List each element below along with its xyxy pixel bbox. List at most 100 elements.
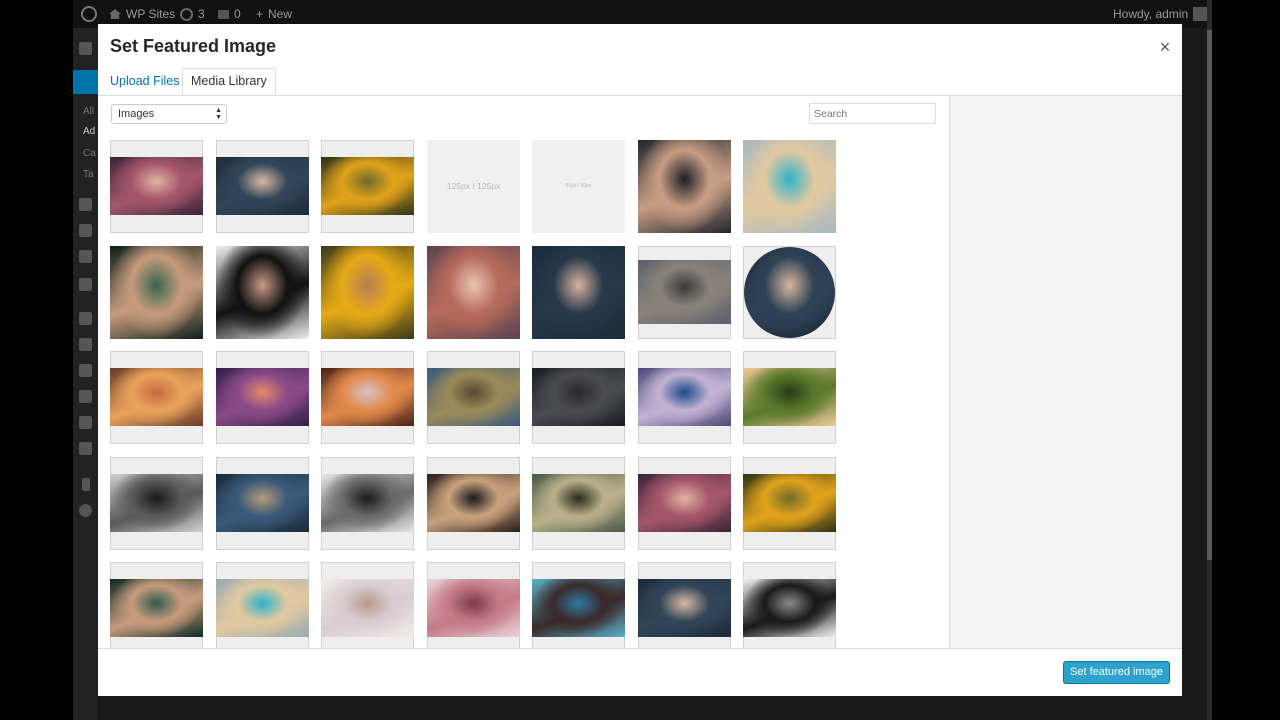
plugins-icon[interactable] [79, 312, 92, 325]
editor-icon[interactable] [79, 338, 92, 351]
attachment-thumbnail[interactable] [110, 351, 203, 444]
wordpress-logo-icon[interactable] [81, 6, 97, 22]
dark-lake-dusk-image [532, 368, 625, 426]
collapse-menu-icon[interactable] [79, 504, 92, 517]
tab-upload-files[interactable]: Upload Files [102, 68, 187, 94]
comment-icon [218, 9, 229, 19]
admin-sidebar: All Ad Ca Ta [73, 28, 98, 720]
attachment-thumbnail[interactable] [216, 562, 309, 648]
icy-river-rocks-image [638, 368, 731, 426]
attachment-thumbnail[interactable] [110, 457, 203, 550]
updates-icon [180, 7, 193, 21]
attachment-thumbnail[interactable] [216, 246, 309, 339]
attachment-thumbnail[interactable] [638, 246, 731, 339]
attachment-thumbnail[interactable] [743, 351, 836, 444]
man-yellow-hood-closeup-image [321, 246, 414, 339]
attachment-thumbnail[interactable] [216, 140, 309, 233]
attachment-thumbnail[interactable] [532, 351, 625, 444]
menu-item-tags[interactable]: Ta [83, 169, 94, 180]
attachment-thumbnail[interactable] [743, 140, 836, 233]
attachment-thumbnail[interactable] [427, 562, 520, 648]
home-icon [109, 9, 121, 19]
set-featured-image-button[interactable]: Set featured image [1063, 661, 1170, 684]
attachments-grid: 125px / 125px 50px / 50px [110, 140, 880, 648]
attachment-thumbnail[interactable] [110, 140, 203, 233]
page-scrollbar-thumb[interactable] [1207, 30, 1212, 560]
attachment-thumbnail[interactable] [321, 140, 414, 233]
attachment-thumbnail[interactable] [110, 246, 203, 339]
page-scrollbar[interactable] [1207, 0, 1212, 720]
placeholder-image: 50px / 50px [532, 140, 625, 233]
menu-item-categories[interactable]: Ca [83, 148, 96, 159]
attachment-thumbnail[interactable] [321, 351, 414, 444]
forms-icon[interactable] [79, 416, 92, 429]
woman-sun-flare-image [427, 579, 520, 637]
attachments-browser: Images ▲▼ 125px / 125px50px / 50px [98, 96, 949, 648]
attachment-thumbnail[interactable] [638, 562, 731, 648]
pages-icon[interactable] [79, 224, 92, 237]
snowy-sunrise-mountains-image [321, 368, 414, 426]
users-icon[interactable] [79, 364, 92, 377]
modal-toolbar: Set featured image [98, 648, 1182, 696]
attachment-thumbnail[interactable]: 125px / 125px [427, 140, 520, 233]
attachment-thumbnail[interactable] [427, 246, 520, 339]
man-yellow-hoodie-image [321, 157, 414, 215]
tools-icon[interactable] [79, 390, 92, 403]
mountain-valley-lake-image [427, 368, 520, 426]
settings-icon[interactable] [79, 442, 92, 455]
attachment-thumbnail[interactable] [532, 562, 625, 648]
dashboard-icon[interactable] [79, 42, 92, 55]
man-dare-full-image [532, 246, 625, 339]
attachment-thumbnail[interactable] [532, 246, 625, 339]
attachment-thumbnail[interactable] [110, 562, 203, 648]
menu-item-add-new[interactable]: Ad [83, 126, 95, 137]
media-icon[interactable] [79, 198, 92, 211]
search-input[interactable] [809, 103, 936, 124]
pier-silhouette-image [427, 474, 520, 532]
avatar [1193, 7, 1207, 21]
menu-item-all-posts[interactable]: All [83, 106, 94, 117]
man-dare-wide-image [638, 579, 731, 637]
letterbox-right [1207, 0, 1280, 720]
man-dare-tshirt-image [216, 157, 309, 215]
woman-snow-light-image [321, 579, 414, 637]
attachment-thumbnail[interactable]: 50px / 50px [532, 140, 625, 233]
coastal-cliffs-image [532, 579, 625, 637]
attachment-thumbnail[interactable] [321, 457, 414, 550]
posts-icon[interactable] [73, 70, 98, 94]
attachment-thumbnail[interactable] [743, 457, 836, 550]
woman-headphones-bw-image [216, 246, 309, 339]
attachment-thumbnail[interactable] [216, 351, 309, 444]
attachment-thumbnail[interactable] [638, 140, 731, 233]
woman-portrait-wide-image [638, 474, 731, 532]
attachment-thumbnail[interactable] [321, 246, 414, 339]
landscape-strip-image [638, 260, 731, 324]
man-portrait-dark-image [638, 140, 731, 233]
select-arrows-icon: ▲ ▼ [215, 107, 222, 121]
attachment-thumbnail[interactable] [638, 457, 731, 550]
media-type-filter[interactable]: Images ▲ ▼ [111, 104, 227, 124]
attachment-thumbnail[interactable] [321, 562, 414, 648]
man-green-portrait-image [110, 246, 203, 339]
tab-media-library[interactable]: Media Library [182, 68, 276, 95]
attachment-thumbnail[interactable] [743, 562, 836, 648]
attachment-thumbnail[interactable] [743, 246, 836, 339]
bw-rocky-shore-image [321, 474, 414, 532]
appearance-icon[interactable] [79, 278, 92, 291]
letterbox-left [0, 0, 73, 720]
attachment-thumbnail[interactable] [638, 351, 731, 444]
attachment-thumbnail[interactable] [216, 457, 309, 550]
blonde-woman-window-image [743, 140, 836, 233]
man-yellow-hoodie-wide-image [743, 474, 836, 532]
comments-icon[interactable] [79, 250, 92, 263]
featured-image-modal: Set Featured Image × Upload Files Media … [98, 24, 1182, 696]
attachment-thumbnail[interactable] [427, 457, 520, 550]
blue-beach-dusk-image [216, 474, 309, 532]
close-icon[interactable]: × [1152, 34, 1178, 60]
woman-headphones-bw-wide-image [743, 579, 836, 637]
seo-icon[interactable] [82, 478, 90, 491]
attachment-details-sidebar [949, 96, 1182, 648]
attachment-thumbnail[interactable] [427, 351, 520, 444]
man-dare-circle-image [744, 247, 835, 338]
attachment-thumbnail[interactable] [532, 457, 625, 550]
